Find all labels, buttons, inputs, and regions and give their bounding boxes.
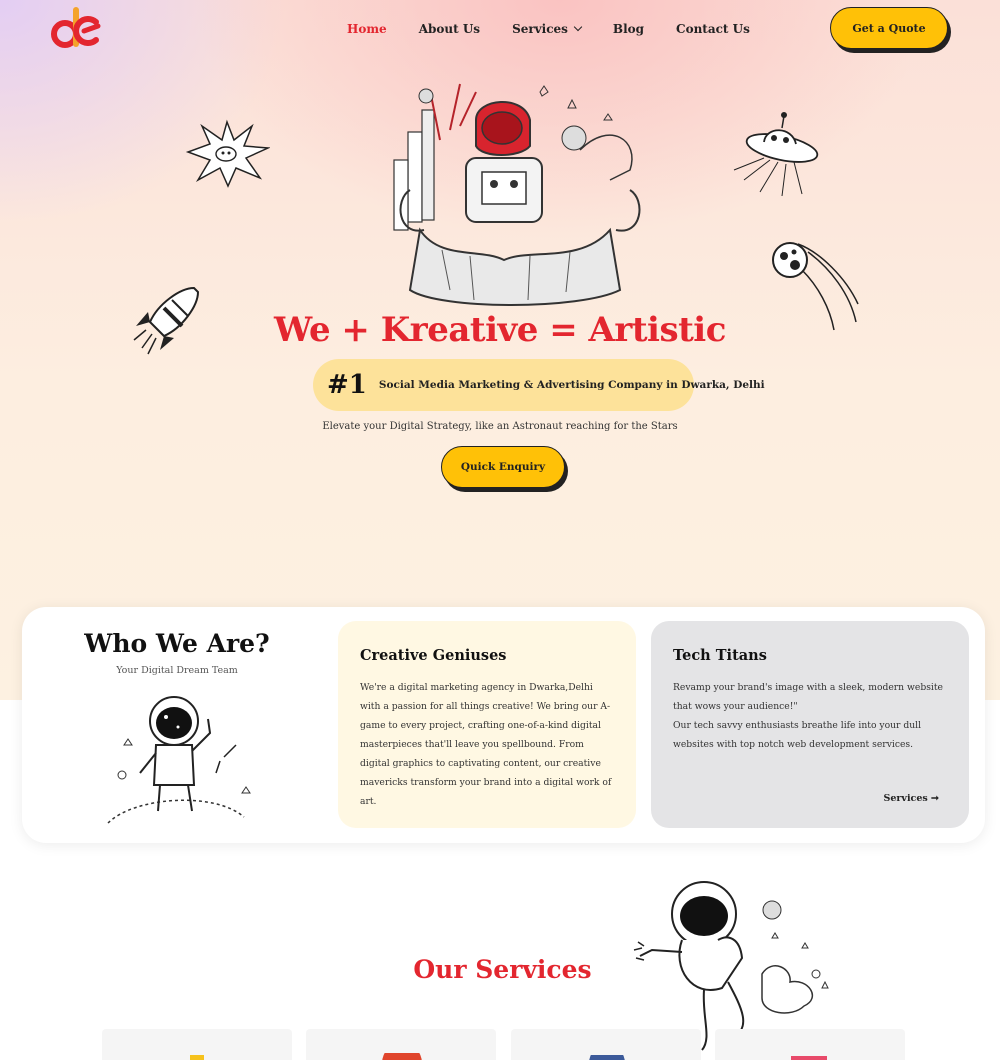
chevron-down-icon [573, 22, 583, 32]
hero-title: We + Kreative = Artistic [274, 310, 726, 350]
about-title: Who We Are? [84, 629, 270, 658]
service-icon [791, 1056, 827, 1060]
nav-contact-us[interactable]: Contact Us [676, 22, 750, 36]
service-card[interactable] [306, 1029, 496, 1060]
service-icon [589, 1055, 625, 1060]
nav-services-label: Services [512, 22, 568, 36]
service-icon [190, 1055, 204, 1060]
ranking-badge: #1 Social Media Marketing & Advertising … [313, 359, 765, 411]
explosion-doodle-icon [185, 119, 270, 188]
astronaut-thumbs-up-illustration [107, 696, 251, 824]
services-link[interactable]: Services ➞ [884, 793, 939, 804]
about-section-card: Who We Are? Your Digital Dream Team Crea… [22, 607, 985, 843]
card-text: Revamp your brand's image with a sleek, … [673, 682, 943, 712]
about-subtitle: Your Digital Dream Team [116, 665, 238, 676]
service-card[interactable] [511, 1029, 701, 1060]
nav-blog[interactable]: Blog [613, 22, 644, 36]
nav-services[interactable]: Services [512, 22, 583, 36]
brand-logo[interactable] [50, 4, 104, 52]
ufo-doodle-icon [733, 112, 819, 197]
get-quote-button[interactable]: Get a Quote [830, 7, 948, 49]
main-nav: Home About Us Services Blog Contact Us [340, 22, 782, 36]
service-icon [382, 1053, 422, 1060]
badge-text: Social Media Marketing & Advertising Com… [378, 379, 765, 391]
tech-titans-card: Tech Titans Revamp your brand's image wi… [651, 621, 969, 828]
card-title: Tech Titans [673, 647, 767, 664]
badge-number: #1 [327, 370, 367, 400]
service-card[interactable] [715, 1029, 905, 1060]
quick-enquiry-button[interactable]: Quick Enquiry [441, 446, 565, 488]
card-text: Our tech savvy enthusiasts breathe life … [673, 720, 922, 750]
astronaut-hero-illustration [393, 83, 641, 306]
service-card[interactable] [102, 1029, 292, 1060]
nav-about-us[interactable]: About Us [419, 22, 480, 36]
creative-geniuses-card: Creative Geniuses We're a digital market… [338, 621, 636, 828]
hero-tagline: Elevate your Digital Strategy, like an A… [322, 421, 678, 432]
nav-home[interactable]: Home [347, 22, 387, 36]
card-text: We're a digital marketing agency in Dwar… [360, 682, 612, 807]
services-section-title: Our Services [413, 955, 592, 984]
card-title: Creative Geniuses [360, 647, 507, 664]
